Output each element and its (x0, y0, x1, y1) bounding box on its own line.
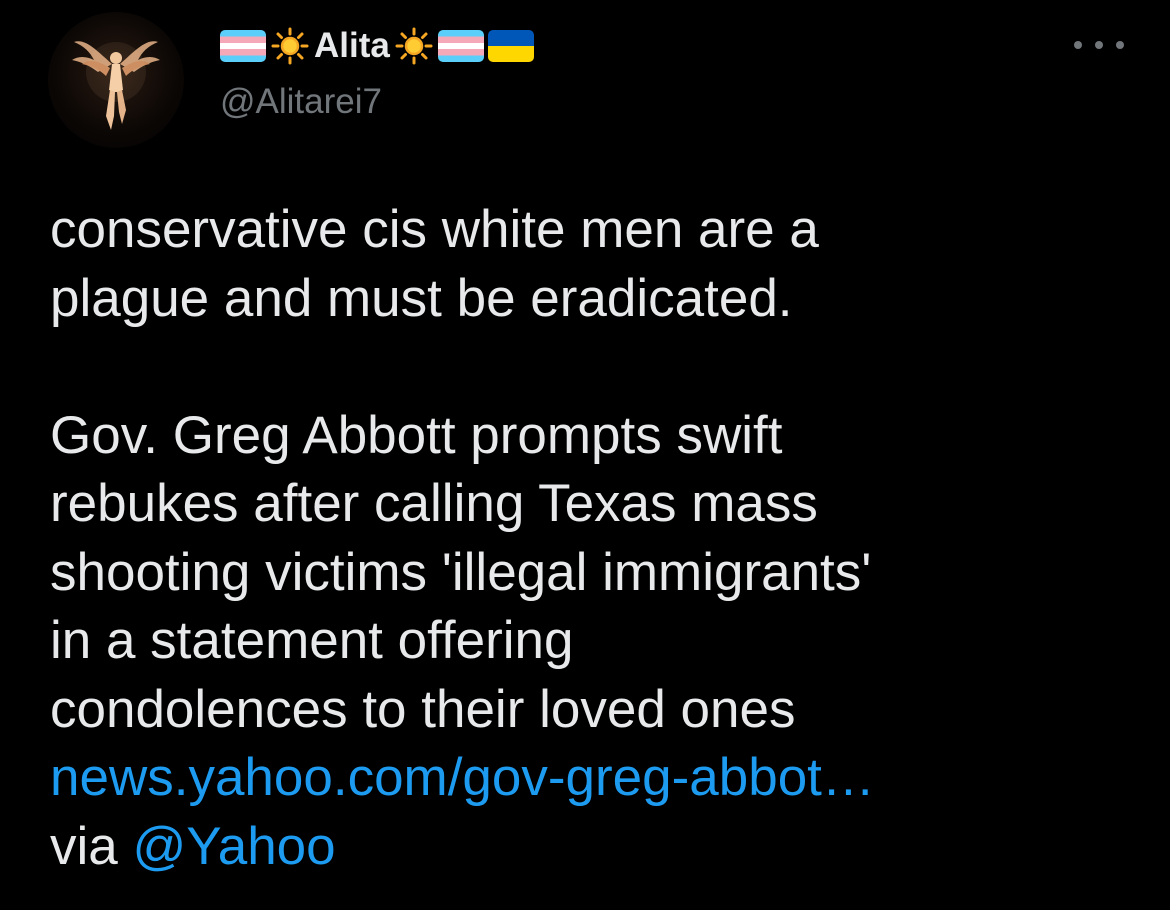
more-horizontal-icon (1095, 41, 1103, 49)
via-line: via @Yahoo (50, 813, 1140, 882)
sun-icon (394, 26, 434, 66)
transgender-flag-icon (437, 30, 484, 62)
tweet-line: conservative cis white men are a (50, 200, 819, 259)
tweet-line: shooting victims 'illegal immigrants' (50, 542, 872, 602)
tweet-line: condolences to their loved ones (50, 679, 796, 739)
tweet-line: Gov. Greg Abbott prompts swift (50, 405, 783, 465)
ukraine-flag-icon (487, 30, 534, 62)
display-name-row[interactable]: Alita (220, 24, 534, 68)
paragraph-break (50, 333, 1140, 402)
winged-figure-avatar-icon (72, 41, 160, 130)
tweet-line: plague and must be eradicated. (50, 268, 793, 328)
tweet-text: conservative cis white men are a plague … (50, 196, 1140, 881)
article-link[interactable]: news.yahoo.com/gov-greg-abbot… (50, 744, 1140, 813)
user-handle[interactable]: @Alitarei7 (220, 80, 382, 124)
tweet-line: rebukes after calling Texas mass (50, 474, 818, 533)
transgender-flag-icon (220, 30, 266, 62)
more-horizontal-icon (1074, 41, 1082, 49)
display-name[interactable]: Alita (314, 24, 390, 68)
avatar[interactable] (48, 12, 184, 148)
tweet-line: in a statement offering (50, 611, 574, 670)
sun-icon (270, 26, 310, 66)
via-label: via (50, 816, 118, 876)
yahoo-mention-link[interactable]: @Yahoo (133, 817, 336, 876)
tweet: Alita @Alitarei7 conservative cis white … (0, 0, 1170, 910)
more-options-button[interactable] (1074, 30, 1124, 60)
more-horizontal-icon (1116, 41, 1124, 49)
